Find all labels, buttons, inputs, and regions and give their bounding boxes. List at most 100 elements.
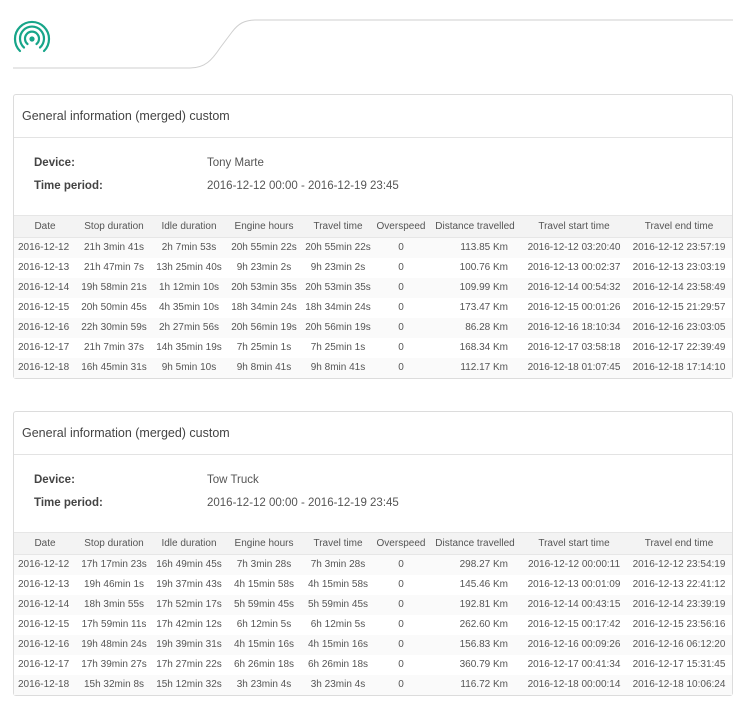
column-header[interactable]: Idle duration (152, 532, 226, 555)
table-row: 2016-12-17 21h 7min 37s 14h 35min 19s 7h 25… (14, 338, 732, 358)
period-row: Time period: 2016-12-12 00:00 - 2016-12-… (34, 497, 732, 520)
table-cell: 2016-12-16 (14, 634, 76, 655)
signal-rings-icon[interactable] (12, 18, 52, 58)
table-cell: 17h 27min 22s (156, 659, 222, 670)
table-row: 2016-12-15 17h 59min 11s 17h 42min 12s 6h 1… (14, 615, 732, 635)
table-cell: 2016-12-13 (18, 579, 70, 590)
table-row: 2016-12-13 19h 46min 1s 19h 37min 43s 4h 15… (14, 575, 732, 595)
table-cell: 9h 8min 41s (302, 357, 374, 378)
table-cell: 2016-12-17 03:58:18 (527, 342, 621, 353)
table-cell: 112.17 Km (428, 357, 522, 378)
table-cell: 0 (374, 357, 428, 378)
table-cell: 2016-12-14 00:54:32 (522, 277, 626, 298)
device-label: Device: (34, 474, 75, 486)
table-cell: 2016-12-18 01:07:45 (522, 357, 626, 378)
table-cell: 2016-12-18 (14, 357, 76, 378)
table-cell: 168.34 Km (459, 342, 508, 353)
table-cell: 2016-12-15 23:56:16 (632, 619, 726, 630)
column-header[interactable]: Travel start time (522, 532, 626, 555)
table-cell: 6h 26min 18s (307, 659, 369, 670)
table-cell: 6h 12min 5s (310, 619, 366, 630)
table-cell: 3h 23min 4s (226, 674, 302, 695)
table-cell: 2016-12-17 (18, 342, 70, 353)
column-header[interactable]: Date (14, 532, 76, 555)
column-header[interactable]: Travel end time (626, 532, 732, 555)
table-cell: 20h 56min 19s (226, 317, 302, 338)
table-cell: 2016-12-14 23:39:19 (626, 594, 732, 615)
column-header[interactable]: Engine hours (226, 532, 302, 555)
table-cell: 5h 59min 45s (302, 594, 374, 615)
table-cell: 2016-12-13 22:41:12 (632, 579, 726, 590)
table-cell: 2016-12-16 00:09:26 (522, 634, 626, 655)
column-header[interactable]: Stop duration (76, 532, 152, 555)
table-cell: 2016-12-16 06:12:20 (626, 634, 732, 655)
table-cell: 4h 35min 10s (158, 302, 220, 313)
report-title: General information (merged) custom (14, 95, 732, 138)
table-cell: 298.27 Km (428, 554, 522, 575)
table-row: 2016-12-18 15h 32min 8s 15h 12min 32s 3h 23… (14, 674, 732, 695)
table-cell: 2016-12-18 10:06:24 (626, 674, 732, 695)
table-row: 2016-12-18 16h 45min 31s 9h 5min 10s 9h 8mi… (14, 357, 732, 378)
table-cell: 20h 56min 19s (302, 317, 374, 338)
column-header[interactable]: Distance travelled (428, 532, 522, 555)
table-cell: 6h 12min 5s (236, 619, 292, 630)
report-info: Device: Tow Truck Time period: 2016-12-1… (14, 455, 732, 532)
table-cell: 2016-12-12 03:20:40 (522, 237, 626, 258)
table-cell: 0 (374, 554, 428, 575)
table-cell: 2016-12-15 00:01:26 (527, 302, 621, 313)
table-cell: 17h 59min 11s (81, 619, 147, 630)
table-cell: 2h 27min 56s (152, 317, 226, 338)
column-header[interactable]: Overspeed (374, 215, 428, 238)
table-cell: 2016-12-18 (14, 674, 76, 695)
column-header[interactable]: Overspeed (374, 532, 428, 555)
table-body: 2016-12-12 21h 3min 41s 2h 7min 53s 20h 55m… (14, 237, 732, 378)
column-header[interactable]: Distance travelled (428, 215, 522, 238)
device-row: Device: Tow Truck (34, 474, 732, 497)
table-cell: 2016-12-17 (18, 659, 70, 670)
report-panel-2: General information (merged) custom Devi… (13, 411, 733, 696)
table-cell: 7h 25min 1s (310, 342, 366, 353)
table-cell: 21h 7min 37s (83, 342, 145, 353)
table-cell: 2016-12-15 21:29:57 (632, 302, 726, 313)
table-cell: 20h 50min 45s (81, 302, 147, 313)
table-cell: 0 (374, 317, 428, 338)
table-cell: 173.47 Km (459, 302, 508, 313)
table-cell: 0 (374, 674, 428, 695)
column-header[interactable]: Travel time (302, 532, 374, 555)
table-cell: 360.79 Km (459, 659, 508, 670)
table-cell: 4h 15min 16s (226, 634, 302, 655)
table-cell: 2016-12-13 00:01:09 (527, 579, 621, 590)
table-cell: 20h 55min 22s (302, 237, 374, 258)
table-cell: 5h 59min 45s (226, 594, 302, 615)
column-header[interactable]: Idle duration (152, 215, 226, 238)
table-cell: 9h 5min 10s (152, 357, 226, 378)
table-cell: 2016-12-17 00:41:34 (527, 659, 621, 670)
table-cell: 2016-12-15 (18, 619, 70, 630)
column-header[interactable]: Travel start time (522, 215, 626, 238)
table-header-row: Date Stop duration Idle duration Engine … (14, 215, 732, 238)
table-row: 2016-12-14 19h 58min 21s 1h 12min 10s 20h 5… (14, 277, 732, 298)
table-cell: 9h 23min 2s (236, 262, 292, 273)
column-header[interactable]: Date (14, 215, 76, 238)
table-cell: 2h 7min 53s (152, 237, 226, 258)
table-cell: 20h 53min 35s (226, 277, 302, 298)
table-cell: 16h 45min 31s (76, 357, 152, 378)
column-header[interactable]: Stop duration (76, 215, 152, 238)
table-cell: 9h 23min 2s (310, 262, 366, 273)
column-header[interactable]: Travel end time (626, 215, 732, 238)
table-cell: 0 (398, 659, 404, 670)
table-cell: 2016-12-16 18:10:34 (522, 317, 626, 338)
table-cell: 14h 35min 19s (156, 342, 222, 353)
table-cell: 109.99 Km (428, 277, 522, 298)
table-cell: 0 (374, 237, 428, 258)
column-header[interactable]: Engine hours (226, 215, 302, 238)
table-cell: 156.83 Km (428, 634, 522, 655)
table-cell: 16h 49min 45s (152, 554, 226, 575)
table-cell: 15h 12min 32s (152, 674, 226, 695)
table-cell: 2016-12-17 22:39:49 (632, 342, 726, 353)
table-body: 2016-12-12 17h 17min 23s 16h 49min 45s 7h 3… (14, 554, 732, 695)
column-header[interactable]: Travel time (302, 215, 374, 238)
table-cell: 17h 52min 17s (152, 594, 226, 615)
report-info: Device: Tony Marte Time period: 2016-12-… (14, 138, 732, 215)
table-cell: 0 (374, 277, 428, 298)
